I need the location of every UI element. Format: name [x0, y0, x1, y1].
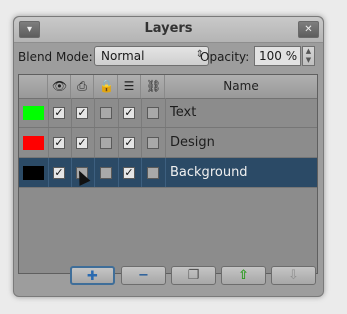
- layers-panel: ▾ Layers ✕ Blend Mode: Normal ⇕ Opacity:…: [13, 16, 324, 297]
- link-checkbox[interactable]: [147, 167, 159, 179]
- duplicate-layer-button[interactable]: ❐: [171, 266, 216, 285]
- fill-checkbox[interactable]: ✓: [123, 137, 135, 149]
- opacity-input[interactable]: 100 %: [254, 46, 301, 66]
- layer-row-text[interactable]: ✓ ✓ ✓ Text: [19, 98, 317, 128]
- layer-action-bar: ✚ − ❐ ⇧ ⇩: [14, 266, 323, 296]
- print-checkbox[interactable]: ✓: [76, 137, 88, 149]
- opacity-spinner[interactable]: ▲ ▼: [302, 46, 315, 66]
- visible-column-header[interactable]: 👁: [48, 75, 71, 98]
- print-column-header[interactable]: ⎙: [71, 75, 94, 98]
- close-icon[interactable]: ✕: [298, 21, 319, 38]
- layer-name[interactable]: Text: [170, 105, 196, 120]
- column-header-row: 👁 ⎙ 🔒 ☰ ⛓ Name: [19, 75, 317, 99]
- lower-layer-button[interactable]: ⇩: [271, 266, 316, 285]
- layers-list: 👁 ⎙ 🔒 ☰ ⛓ Name ✓ ✓ ✓ Text ✓ ✓ ✓ Design ✓…: [18, 74, 318, 274]
- name-column-header[interactable]: Name: [165, 79, 317, 93]
- link-checkbox[interactable]: [147, 137, 159, 149]
- layer-color-swatch[interactable]: [23, 106, 44, 120]
- color-column-header: [19, 75, 48, 98]
- lock-column-header[interactable]: 🔒: [94, 75, 118, 98]
- lock-icon: 🔒: [99, 79, 114, 93]
- plus-icon: ✚: [87, 269, 98, 284]
- auto-fill-icon: ☰: [123, 79, 135, 93]
- remove-layer-button[interactable]: −: [121, 266, 166, 285]
- layer-row-design[interactable]: ✓ ✓ ✓ Design: [19, 128, 317, 158]
- opacity-label: Opacity:: [200, 50, 250, 64]
- print-checkbox[interactable]: ✓: [76, 107, 88, 119]
- visible-checkbox[interactable]: ✓: [53, 167, 65, 179]
- arrow-up-icon: ⇧: [238, 268, 249, 283]
- minus-icon: −: [138, 268, 149, 283]
- opacity-value: 100 %: [259, 49, 298, 63]
- blend-mode-select[interactable]: Normal ⇕: [94, 46, 209, 66]
- title-bar[interactable]: ▾ Layers ✕: [14, 17, 323, 43]
- visible-checkbox[interactable]: ✓: [53, 137, 65, 149]
- blend-mode-value: Normal: [101, 49, 145, 63]
- duplicate-icon: ❐: [187, 268, 200, 283]
- lock-checkbox[interactable]: [100, 167, 112, 179]
- layer-color-swatch[interactable]: [23, 136, 44, 150]
- lock-checkbox[interactable]: [100, 107, 112, 119]
- fill-checkbox[interactable]: ✓: [123, 167, 135, 179]
- fill-checkbox[interactable]: ✓: [123, 107, 135, 119]
- link-column-header[interactable]: ⛓: [141, 75, 165, 98]
- arrow-down-icon: ⇩: [288, 268, 299, 283]
- layer-color-swatch[interactable]: [23, 166, 44, 180]
- eye-icon: 👁: [52, 79, 68, 93]
- add-layer-button[interactable]: ✚: [70, 266, 115, 285]
- link-icon: ⛓: [146, 79, 162, 93]
- blend-mode-label: Blend Mode:: [18, 50, 93, 64]
- print-icon: ⎙: [77, 79, 87, 93]
- visible-checkbox[interactable]: ✓: [53, 107, 65, 119]
- layer-row-background[interactable]: ✓ ✓ Background: [19, 158, 317, 188]
- layer-name[interactable]: Design: [170, 135, 215, 150]
- link-checkbox[interactable]: [147, 107, 159, 119]
- layer-name[interactable]: Background: [170, 165, 248, 180]
- raise-layer-button[interactable]: ⇧: [221, 266, 266, 285]
- lock-checkbox[interactable]: [100, 137, 112, 149]
- fill-column-header[interactable]: ☰: [118, 75, 141, 98]
- panel-title: Layers: [144, 21, 193, 36]
